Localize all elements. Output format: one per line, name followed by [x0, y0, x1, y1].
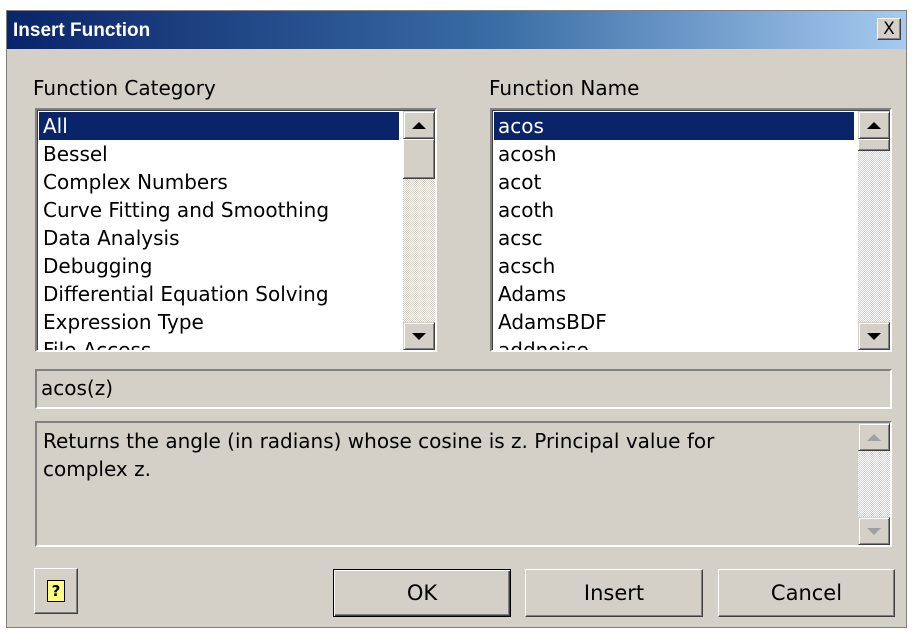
- category-scroll-up-button[interactable]: [403, 111, 435, 139]
- function-list-item[interactable]: AdamsBDF: [494, 308, 854, 336]
- function-list-item[interactable]: acosh: [494, 140, 854, 168]
- function-list-item[interactable]: acos: [494, 112, 854, 140]
- category-scroll-thumb[interactable]: [403, 139, 435, 179]
- help-question-icon: ?: [47, 580, 65, 602]
- category-list-item[interactable]: Complex Numbers: [39, 168, 399, 196]
- cancel-button[interactable]: Cancel: [718, 569, 895, 617]
- function-list-item[interactable]: acsch: [494, 252, 854, 280]
- category-scrollbar[interactable]: [403, 111, 435, 350]
- window-title: Insert Function: [13, 20, 151, 41]
- function-list-item[interactable]: addnoise: [494, 336, 854, 350]
- function-category-list[interactable]: All Bessel Complex Numbers Curve Fitting an…: [35, 108, 437, 352]
- function-name-list[interactable]: acos acosh acot acoth acsc acsch Adams AdamsBDF…: [490, 108, 892, 352]
- function-category-label: Function Category: [33, 76, 216, 100]
- function-list-item[interactable]: acoth: [494, 196, 854, 224]
- description-line-2: complex z.: [43, 457, 151, 481]
- function-list-item[interactable]: acot: [494, 168, 854, 196]
- insert-button[interactable]: Insert: [525, 569, 703, 617]
- category-list-item[interactable]: All: [39, 112, 399, 140]
- function-scroll-up-button[interactable]: [858, 111, 890, 139]
- description-scrollbar[interactable]: [858, 423, 890, 545]
- function-list-item[interactable]: acsc: [494, 224, 854, 252]
- category-list-item[interactable]: Bessel: [39, 140, 399, 168]
- function-signature: acos(z): [35, 369, 892, 409]
- ok-button[interactable]: OK: [333, 569, 511, 617]
- close-button[interactable]: X: [877, 18, 901, 40]
- category-list-item[interactable]: Debugging: [39, 252, 399, 280]
- category-list-item[interactable]: Differential Equation Solving: [39, 280, 399, 308]
- function-name-label: Function Name: [489, 76, 640, 100]
- function-scrollbar[interactable]: [858, 111, 890, 350]
- function-description: Returns the angle (in radians) whose cos…: [35, 421, 892, 547]
- title-bar[interactable]: Insert Function X: [7, 11, 906, 49]
- category-list-item[interactable]: Expression Type: [39, 308, 399, 336]
- arrow-down-icon: [867, 332, 881, 340]
- function-scroll-down-button[interactable]: [858, 322, 890, 350]
- help-button[interactable]: ?: [34, 568, 78, 614]
- arrow-down-icon: [412, 332, 426, 340]
- category-scroll-down-button[interactable]: [403, 322, 435, 350]
- arrow-down-icon: [867, 527, 881, 535]
- arrow-up-icon: [412, 121, 426, 129]
- category-list-item[interactable]: File Access: [39, 336, 399, 350]
- description-scroll-up-button[interactable]: [858, 423, 890, 451]
- description-scroll-down-button[interactable]: [858, 517, 890, 545]
- insert-function-dialog: Insert Function X Function Category All B…: [6, 10, 907, 628]
- category-list-item[interactable]: Data Analysis: [39, 224, 399, 252]
- arrow-up-icon: [867, 433, 881, 441]
- function-items: acos acosh acot acoth acsc acsch Adams AdamsBDF…: [494, 112, 854, 350]
- description-text: Returns the angle (in radians) whose cos…: [43, 427, 850, 483]
- function-scroll-thumb[interactable]: [858, 139, 890, 151]
- close-icon: X: [883, 19, 895, 39]
- description-line-1: Returns the angle (in radians) whose cos…: [43, 429, 715, 453]
- category-list-item[interactable]: Curve Fitting and Smoothing: [39, 196, 399, 224]
- function-list-item[interactable]: Adams: [494, 280, 854, 308]
- arrow-up-icon: [867, 121, 881, 129]
- category-items: All Bessel Complex Numbers Curve Fitting an…: [39, 112, 399, 350]
